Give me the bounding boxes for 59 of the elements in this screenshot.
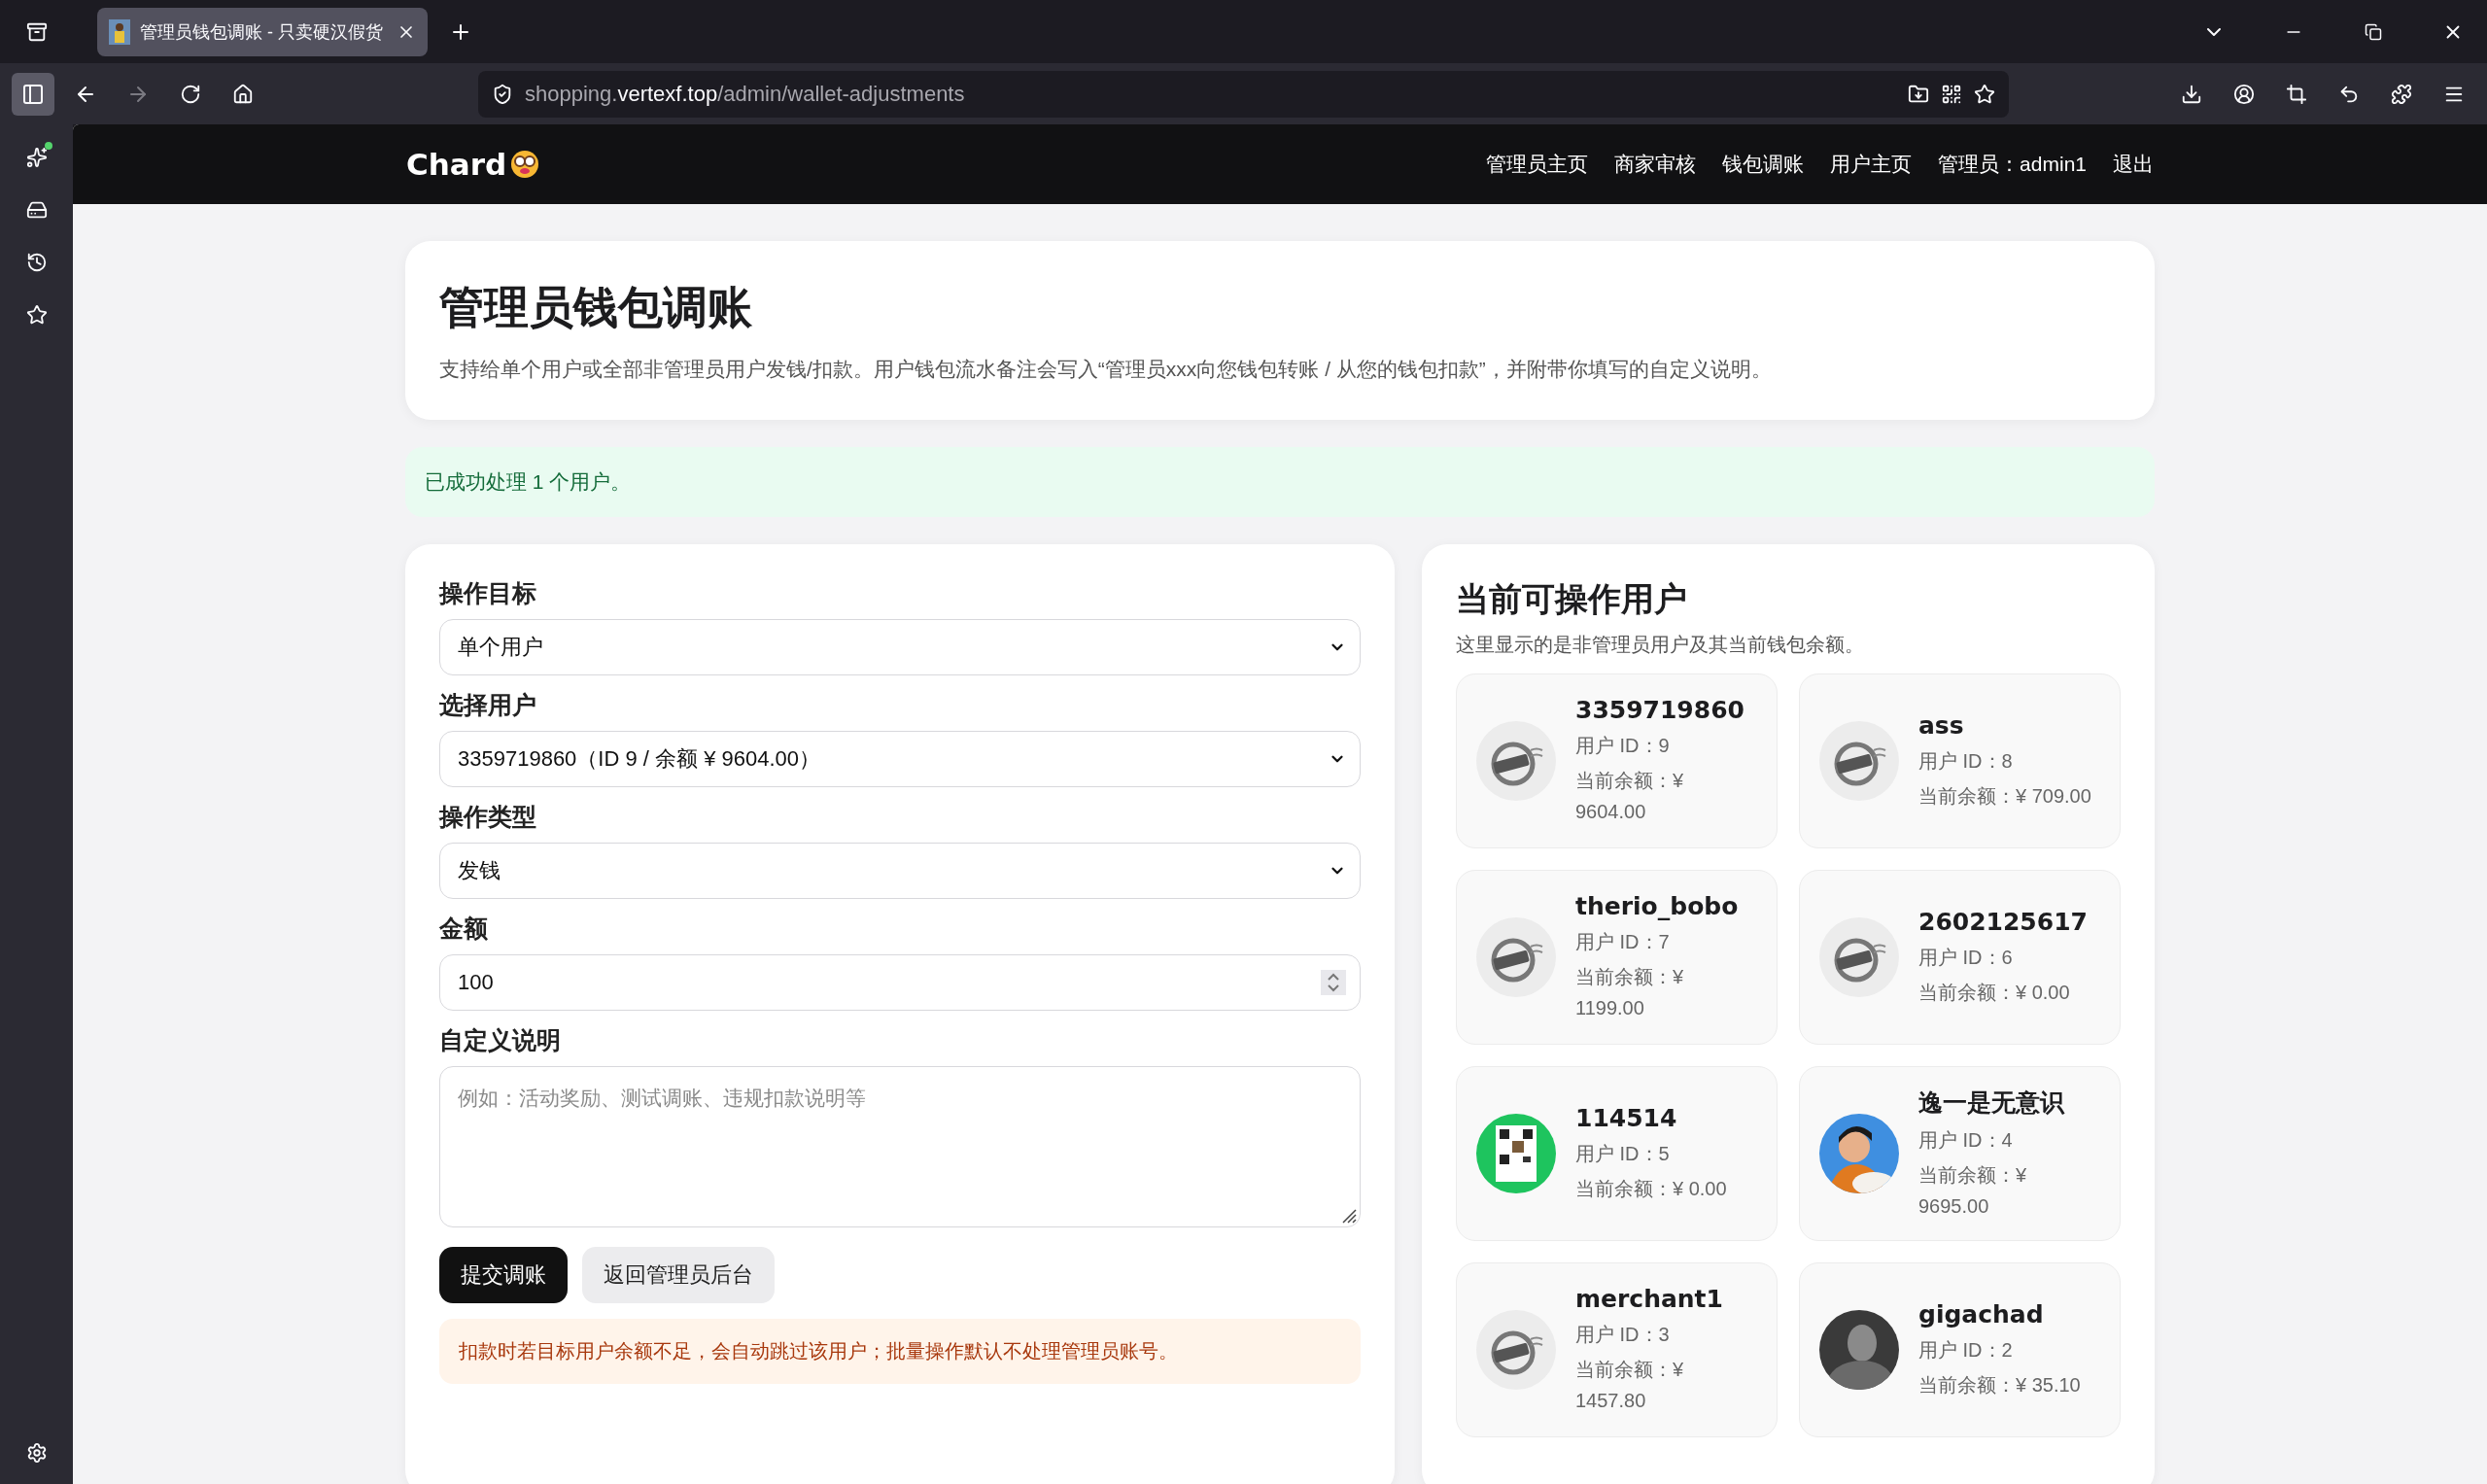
- sidebar-icon[interactable]: [12, 72, 54, 116]
- browser-tab[interactable]: 管理员钱包调账 - 只卖硬汉假货: [97, 7, 428, 56]
- qr-code-icon[interactable]: [1941, 83, 1962, 105]
- field-label: 金额: [439, 914, 489, 944]
- user-name: 逸一是无意识: [1918, 1087, 2066, 1119]
- shield-icon: [492, 83, 513, 105]
- field-label: 操作类型: [439, 802, 537, 832]
- nav-link[interactable]: 管理员主页: [1486, 151, 1589, 178]
- nav-link[interactable]: 退出: [2113, 151, 2154, 178]
- page-description: 支持给单个用户或全部非管理员用户发钱/扣款。用户钱包流水备注会写入“管理员xxx向您钱包转账 / 从您的钱包扣款”，并附带你填写的自定义说明。: [439, 357, 1773, 382]
- user-id: 用户 ID：8: [1918, 748, 2014, 774]
- spinner-icon[interactable]: [1321, 970, 1346, 995]
- user-name: 3359719860: [1575, 695, 1745, 724]
- warning-notice: 扣款时若目标用户余额不足，会自动跳过该用户；批量操作默认不处理管理员账号。: [439, 1319, 1361, 1384]
- user-balance: 当前余额：¥ 35.10: [1918, 1372, 2082, 1398]
- nav-link[interactable]: 商家审核: [1614, 151, 1697, 178]
- restore-icon[interactable]: [2365, 22, 2382, 41]
- user-id: 用户 ID：4: [1918, 1127, 2014, 1153]
- user-balance: 当前余额：¥ 1457.80: [1575, 1357, 1685, 1413]
- user-balance: 当前余额：¥ 709.00: [1918, 783, 2092, 809]
- back-button[interactable]: 返回管理员后台: [582, 1247, 775, 1303]
- user-balance: 当前余额：¥ 1199.00: [1575, 964, 1685, 1020]
- section-title: 当前可操作用户: [1456, 579, 1688, 619]
- select-field[interactable]: 3359719860（ID 9 / 余额 ¥ 9604.00）: [439, 731, 1361, 787]
- section-subtitle: 这里显示的是非管理员用户及其当前钱包余额。: [1456, 633, 1865, 657]
- field-label: 自定义说明: [439, 1025, 562, 1055]
- submit-button[interactable]: 提交调账: [439, 1247, 568, 1303]
- emoji-icon: [510, 150, 540, 179]
- user-name: therio_bobo: [1575, 891, 1740, 920]
- user-id: 用户 ID：3: [1575, 1322, 1671, 1347]
- user-name: 2602125617: [1918, 907, 2089, 936]
- user-balance: 当前余额：¥ 9695.00: [1918, 1162, 2028, 1219]
- user-id: 用户 ID：5: [1575, 1141, 1671, 1166]
- user-balance: 当前余额：¥ 9604.00: [1575, 768, 1685, 824]
- user-name: 114514: [1575, 1103, 1678, 1132]
- user-id: 用户 ID：2: [1918, 1337, 2014, 1363]
- user-id: 用户 ID：9: [1575, 733, 1671, 758]
- user-id: 用户 ID：6: [1918, 945, 2014, 970]
- favicon-icon: [109, 18, 130, 45]
- input-field[interactable]: 100: [439, 954, 1361, 1011]
- nav-link[interactable]: 钱包调账: [1722, 151, 1805, 178]
- field-label: 操作目标: [439, 578, 537, 608]
- user-balance: 当前余额：¥ 0.00: [1575, 1176, 1728, 1201]
- field-label: 选择用户: [439, 690, 537, 720]
- download-page-icon[interactable]: [1908, 83, 1929, 105]
- select-field[interactable]: 发钱: [439, 843, 1361, 899]
- user-name: merchant1: [1575, 1284, 1724, 1313]
- nav-link[interactable]: 用户主页: [1830, 151, 1913, 178]
- select-field[interactable]: 单个用户: [439, 619, 1361, 675]
- success-message: 已成功处理 1 个用户。: [405, 447, 2155, 517]
- logo[interactable]: Chard: [406, 147, 507, 182]
- page-title: 管理员钱包调账: [439, 281, 753, 334]
- user-name: ass: [1918, 710, 1965, 740]
- user-name: gigachad: [1918, 1299, 2045, 1329]
- star-icon[interactable]: [1974, 83, 1995, 105]
- user-balance: 当前余额：¥ 0.00: [1918, 980, 2071, 1005]
- user-id: 用户 ID：7: [1575, 929, 1671, 954]
- nav-link[interactable]: 管理员：admin1: [1938, 151, 2087, 178]
- address-bar[interactable]: shopping.vertexf.top/admin/wallet-adjustments: [478, 70, 2009, 118]
